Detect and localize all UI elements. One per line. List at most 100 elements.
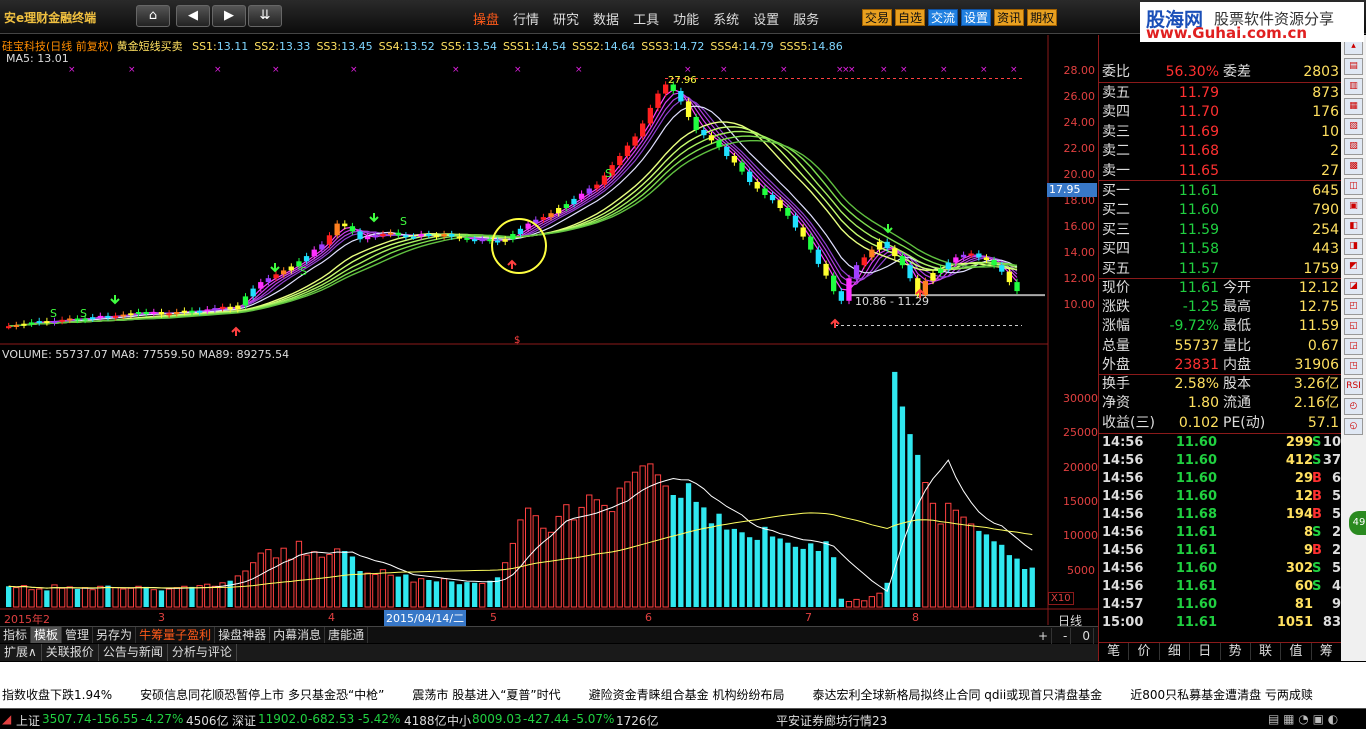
zoom-in-button[interactable]: + (1035, 628, 1053, 644)
zoom-out-button[interactable]: - (1060, 628, 1072, 644)
chart-icon[interactable]: ◨ (1344, 238, 1363, 255)
menu-item-hangqing[interactable]: 行情 (513, 9, 539, 28)
kline-chart-canvas[interactable]: 10.86 - 11.29 27.96 $ S S S S S × × × × × × × × × × × × × × × ×… (0, 35, 1098, 625)
tab-save-as[interactable]: 另存为 (93, 627, 137, 643)
chart-icon[interactable]: ◰ (1344, 298, 1363, 315)
candle (105, 315, 111, 318)
chart-icon[interactable]: ▨ (1344, 138, 1363, 155)
settings-button[interactable]: 设置 (961, 9, 992, 26)
zoom-reset-button[interactable]: 0 (1079, 628, 1094, 644)
menu-item-caopan[interactable]: 操盘 (473, 9, 499, 28)
tick-volume: 60 (1294, 579, 1313, 594)
quote-tab[interactable]: 细 (1160, 643, 1191, 660)
quote-tab[interactable]: 筹 (1312, 643, 1342, 660)
rsi-icon[interactable]: RSI (1344, 378, 1363, 395)
chart-icon[interactable]: ▦ (1344, 98, 1363, 115)
tab-template[interactable]: 模板 (31, 627, 63, 643)
news-item[interactable]: 近800只私募基金遭清盘 亏两成赎 (1130, 688, 1313, 702)
zx-amount: 1726亿 (616, 714, 659, 728)
chart-icon[interactable]: ▣ (1344, 198, 1363, 215)
candle (563, 204, 569, 208)
menu-item-shezhi[interactable]: 设置 (753, 9, 779, 28)
tab-analysis[interactable]: 分析与评论 (168, 644, 237, 661)
watchlist-button[interactable]: 自选 (895, 9, 926, 26)
tick-count: 2 (1331, 525, 1341, 540)
tab-niuchou[interactable]: 牛筹量子盈利 (136, 627, 216, 643)
chart-icon[interactable]: ◱ (1344, 318, 1363, 335)
zx-pct: -5.07% (572, 712, 615, 726)
tab-expand[interactable]: 扩展∧ (0, 644, 42, 661)
news-item[interactable]: 震荡市 股基进入“夏普”时代 (412, 688, 560, 702)
volume-bar (379, 569, 387, 608)
menu-item-xitong[interactable]: 系统 (713, 9, 739, 28)
tab-indicator[interactable]: 指标 (0, 627, 32, 643)
chart-icon[interactable]: ◵ (1344, 418, 1363, 435)
tab-related-quotes[interactable]: 关联报价 (42, 644, 99, 661)
chart-icon[interactable]: ▤ (1344, 58, 1363, 75)
options-button[interactable]: 期权 (1027, 9, 1058, 26)
quote-tab[interactable]: 日 (1190, 643, 1221, 660)
quote-tab[interactable]: 价 (1129, 643, 1160, 660)
volume-bar (976, 530, 982, 607)
chart-icon[interactable]: ▧ (1344, 118, 1363, 135)
volume-bar (800, 548, 806, 607)
date-tick: 7 (805, 611, 812, 624)
menu-item-shuju[interactable]: 数据 (593, 9, 619, 28)
candle (334, 223, 340, 236)
chart-icon[interactable]: ▥ (1344, 78, 1363, 95)
dropdown-button[interactable]: ⇊ (248, 5, 282, 27)
quote-tab[interactable]: 势 (1221, 643, 1251, 660)
quote-tab[interactable]: 值 (1281, 643, 1312, 660)
forward-button[interactable]: ▶ (212, 5, 246, 27)
candle (120, 314, 126, 317)
tab-manage[interactable]: 管理 (62, 627, 94, 643)
window-icons[interactable]: ▤ ▦ ◔ ▣ ◐ (1268, 712, 1338, 726)
menu-item-fuwu[interactable]: 服务 (793, 9, 819, 28)
home-button[interactable]: ⌂ (136, 5, 170, 27)
chart-icon[interactable]: ◪ (1344, 278, 1363, 295)
buy-row: 买三 11.59 254 (1099, 221, 1342, 240)
tick-row: 15:00 11.61 1051 83 (1099, 614, 1342, 632)
volume-bar (999, 544, 1005, 607)
tab-tangnengtong[interactable]: 唐能通 (325, 627, 369, 643)
community-button[interactable]: 交流 (928, 9, 959, 26)
news-item[interactable]: 避险资金青睐组合基金 机构纷纷布局 (589, 688, 785, 702)
signal-label: $ (514, 335, 520, 346)
menu-item-yanjiu[interactable]: 研究 (553, 9, 579, 28)
volume-bar (991, 541, 997, 607)
back-button[interactable]: ◀ (176, 5, 210, 27)
ss-label: SS1: (192, 40, 217, 53)
quote-tab[interactable]: 联 (1251, 643, 1282, 660)
news-button[interactable]: 资讯 (994, 9, 1025, 26)
float-badge[interactable]: 49 (1349, 511, 1366, 535)
volume-bar (716, 513, 722, 607)
chart-icon[interactable]: ◲ (1344, 338, 1363, 355)
quote-tab[interactable]: 笔 (1099, 643, 1130, 660)
chart-icon[interactable]: ▩ (1344, 158, 1363, 175)
volume-bar (395, 576, 401, 607)
chart-icon[interactable]: ◫ (1344, 178, 1363, 195)
news-item[interactable]: 安硕信息同花顺恐暂停上市 多只基金恐“中枪” (140, 688, 384, 702)
row-label: 买二 (1102, 202, 1130, 219)
tick-volume: 302 (1285, 561, 1313, 576)
tab-announcements[interactable]: 公告与新闻 (99, 644, 168, 661)
candle (701, 130, 707, 136)
price-tick: 22.00 (1063, 142, 1096, 155)
candle (59, 319, 65, 322)
zoom-x10[interactable]: X10 (1048, 592, 1074, 605)
candle (1014, 282, 1020, 292)
chart-icon[interactable]: ◧ (1344, 218, 1363, 235)
kline-chart-panel[interactable]: 10.86 - 11.29 27.96 $ S S S S S × × × × × × × × × × × × × × × ×… (0, 35, 1098, 628)
news-item[interactable]: 指数收盘下跌1.94% (2, 688, 112, 702)
menu-item-gongneng[interactable]: 功能 (673, 9, 699, 28)
trade-button[interactable]: 交易 (862, 9, 893, 26)
menu-item-gongju[interactable]: 工具 (633, 9, 659, 28)
chart-icon[interactable]: ◴ (1344, 398, 1363, 415)
volume-bar (915, 454, 921, 607)
chart-icon[interactable]: ◩ (1344, 258, 1363, 275)
tab-inside-news[interactable]: 内幕消息 (270, 627, 326, 643)
tab-caopan-tool[interactable]: 操盘神器 (215, 627, 271, 643)
tick-time: 14:56 (1102, 579, 1144, 594)
news-item[interactable]: 泰达宏利全球新格局拟终止合同 qdii或现首只清盘基金 (812, 688, 1102, 702)
chart-icon[interactable]: ◳ (1344, 358, 1363, 375)
